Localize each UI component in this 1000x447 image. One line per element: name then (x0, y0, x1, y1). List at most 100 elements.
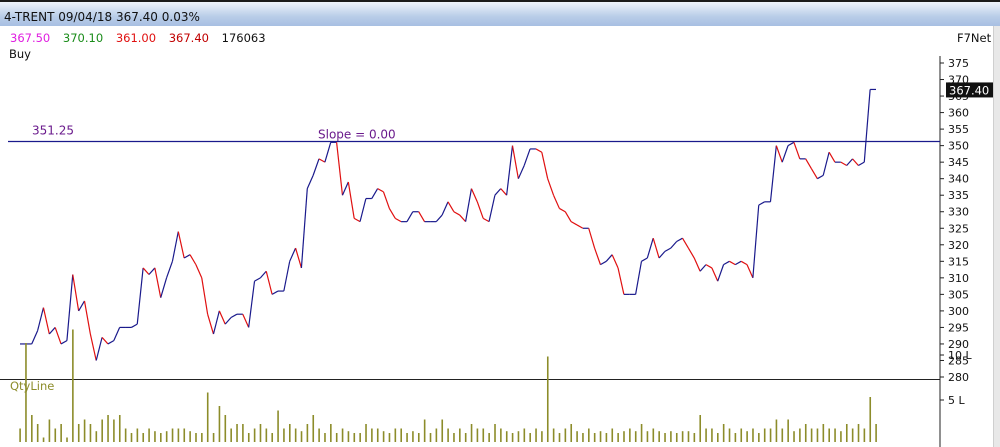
price-line-segment (418, 211, 426, 222)
volume-bar (570, 424, 573, 442)
price-line-segment (641, 257, 648, 262)
price-line-segment (494, 188, 502, 196)
price-line-segment (294, 247, 303, 269)
price-line-segment (113, 327, 121, 341)
volume-bar (646, 431, 649, 442)
volume-bar (470, 424, 473, 442)
volume-bar (722, 424, 725, 442)
price-line-segment (131, 323, 138, 328)
price-line-segment (230, 313, 238, 319)
volume-bar (224, 415, 227, 442)
price-line-segment (846, 158, 853, 166)
vertical-scrollbar[interactable] (993, 26, 1000, 447)
price-line-segment (552, 194, 560, 209)
volume-tick-label: 10 L (948, 349, 972, 362)
volume-bar (212, 433, 215, 442)
price-tick-label: 305 (948, 288, 969, 301)
price-line-segment (394, 217, 402, 223)
price-line-segment (541, 152, 549, 179)
price-line-segment (242, 313, 250, 328)
volume-bar (353, 433, 356, 442)
volume-bar (77, 424, 80, 442)
volume-bar (124, 428, 127, 442)
price-line-segment (652, 238, 660, 259)
volume-bar (429, 433, 432, 442)
price-line-segment (265, 271, 273, 295)
volume-bar (752, 428, 754, 442)
price-line-segment (676, 237, 683, 243)
volume-bar (165, 431, 168, 442)
price-line-segment (687, 247, 695, 259)
volume-bar (810, 428, 813, 442)
volume-bar (324, 433, 326, 442)
volume-bar (330, 424, 332, 442)
volume-bar (728, 428, 731, 442)
volume-bar (699, 415, 702, 442)
volume-bar (857, 424, 860, 442)
volume-bar (517, 431, 520, 442)
volume-bar (851, 428, 854, 442)
volume-bar (634, 431, 637, 442)
volume-bar (500, 428, 502, 442)
volume-bar (488, 433, 490, 442)
price-line-segment (711, 267, 719, 282)
volume-bar (359, 433, 361, 442)
price-line-segment (464, 188, 473, 222)
volume-bar (388, 433, 391, 442)
volume-bar (687, 431, 690, 442)
price-line-segment (787, 141, 795, 147)
volume-bar (160, 433, 162, 442)
price-line-segment (858, 161, 865, 166)
price-line-segment (212, 310, 220, 335)
price-line-segment (42, 307, 50, 335)
volume-bar (118, 415, 121, 442)
price-tick-label: 360 (948, 107, 969, 120)
volume-bar (664, 433, 666, 442)
volume-bar (312, 415, 315, 442)
volume-bar (464, 433, 467, 442)
price-line-segment (740, 260, 748, 266)
slope-label: Slope = 0.00 (318, 128, 396, 142)
price-line-segment (31, 330, 39, 345)
volume-bar (781, 428, 784, 442)
price-volume-chart[interactable]: 2802852902953003053103153203253303353403… (0, 0, 993, 447)
price-line-segment (406, 211, 414, 222)
price-line-segment (359, 198, 367, 222)
volume-bar (840, 431, 842, 442)
volume-bar (511, 433, 514, 442)
price-line-segment (341, 181, 349, 196)
price-line-segment (470, 188, 478, 203)
volume-bar (769, 428, 772, 442)
price-line-segment (107, 340, 115, 345)
volume-bar (834, 428, 836, 442)
price-line-segment (781, 145, 789, 163)
price-line-segment (805, 158, 813, 170)
volume-bar (60, 424, 62, 442)
volume-bar (371, 428, 373, 442)
price-line-segment (611, 254, 619, 269)
volume-bar (400, 428, 402, 442)
price-tick-label: 355 (948, 123, 969, 136)
volume-bar (435, 428, 438, 442)
price-line-segment (605, 254, 613, 262)
volume-bar (716, 433, 719, 442)
volume-bar (54, 428, 57, 442)
volume-bar (417, 433, 420, 442)
volume-bar (130, 433, 133, 442)
price-line-segment (564, 211, 572, 222)
price-line-segment (670, 241, 678, 249)
price-line-segment (324, 142, 332, 163)
volume-bar (195, 433, 197, 442)
price-line-segment (248, 281, 256, 328)
volume-bar (588, 428, 590, 442)
price-line-segment (482, 217, 490, 223)
volume-bar (652, 428, 655, 442)
price-line-segment (318, 158, 326, 163)
price-line-segment (476, 201, 484, 219)
price-line-segment (570, 221, 578, 226)
volume-bar (523, 428, 526, 442)
volume-bar (611, 428, 614, 442)
volume-bar (869, 397, 872, 442)
volume-bar (72, 329, 74, 442)
price-line-segment (66, 274, 74, 341)
